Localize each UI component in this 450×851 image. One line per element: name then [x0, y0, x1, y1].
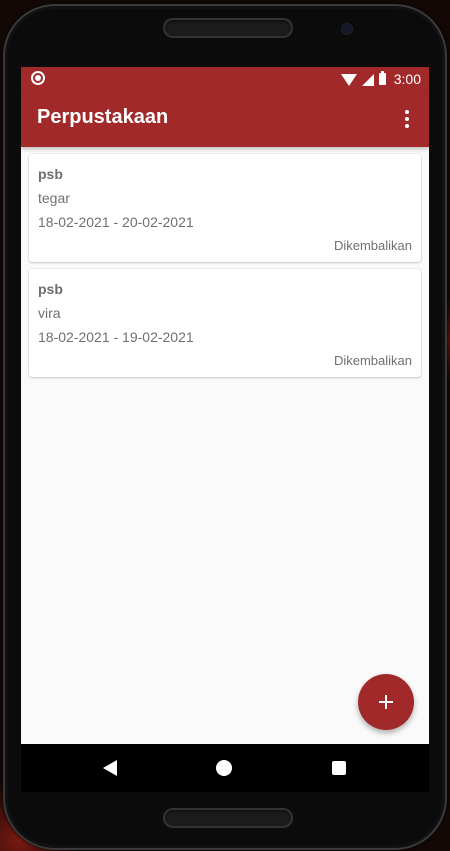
status-bar: 3:00 [21, 67, 429, 91]
wifi-icon [340, 74, 357, 86]
add-button[interactable] [358, 674, 414, 730]
notification-icon [31, 71, 45, 85]
loan-list: psb tegar 18-02-2021 - 20-02-2021 Dikemb… [29, 154, 421, 384]
status-icons: 3:00 [340, 69, 421, 89]
more-vert-icon[interactable] [395, 107, 419, 131]
loan-status: Dikembalikan [333, 353, 412, 368]
borrower-name: vira [38, 305, 61, 321]
recents-icon[interactable] [332, 761, 346, 775]
loan-dates: 18-02-2021 - 19-02-2021 [38, 329, 194, 345]
loan-card[interactable]: psb tegar 18-02-2021 - 20-02-2021 Dikemb… [29, 154, 421, 262]
loan-dates: 18-02-2021 - 20-02-2021 [38, 214, 194, 230]
loan-title: psb [38, 281, 63, 297]
battery-icon [378, 71, 386, 85]
app-title: Perpustakaan [37, 106, 169, 128]
top-speaker [163, 18, 293, 38]
menu-dot [405, 124, 409, 128]
loan-status: Dikembalikan [333, 238, 412, 253]
loan-card[interactable]: psb vira 18-02-2021 - 19-02-2021 Dikemba… [29, 269, 421, 377]
app-bar: Perpustakaan [21, 91, 429, 147]
back-icon[interactable] [103, 760, 117, 776]
menu-dot [405, 110, 409, 114]
home-icon[interactable] [216, 760, 232, 776]
navigation-bar [21, 744, 429, 792]
menu-dot [405, 117, 409, 121]
signal-icon [361, 73, 374, 86]
bottom-speaker [163, 808, 293, 828]
borrower-name: tegar [38, 190, 70, 206]
status-time: 3:00 [393, 71, 421, 87]
front-camera [342, 24, 352, 34]
screen: 3:00 Perpustakaan psb tegar 18-02-2021 -… [21, 67, 429, 792]
loan-title: psb [38, 166, 63, 182]
